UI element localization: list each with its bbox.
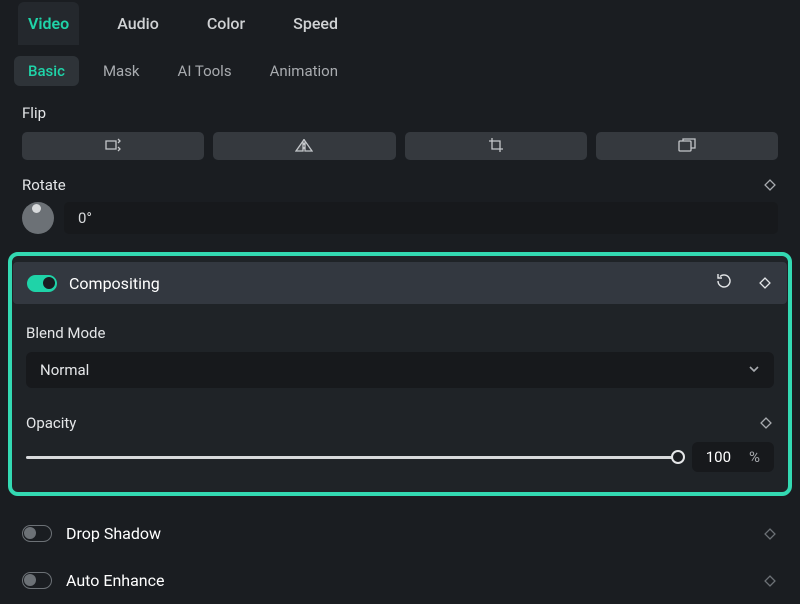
opacity-header: Opacity [26, 414, 774, 432]
bottom-rows: Drop Shadow Auto Enhance [0, 496, 800, 604]
opacity-slider-row: 100 % [26, 442, 774, 472]
subtab-ai-tools[interactable]: AI Tools [164, 56, 246, 86]
flip-button-row [22, 132, 778, 160]
compositing-label: Compositing [69, 274, 703, 293]
tab-speed[interactable]: Speed [283, 2, 348, 45]
opacity-value-box[interactable]: 100 % [692, 442, 774, 472]
opacity-keyframe-icon[interactable] [758, 415, 774, 431]
auto-enhance-toggle[interactable] [22, 572, 52, 589]
subtab-mask[interactable]: Mask [89, 56, 154, 86]
compositing-toggle[interactable] [27, 275, 57, 292]
rotate-controls: 0° [22, 202, 778, 234]
auto-enhance-keyframe-icon[interactable] [762, 573, 778, 589]
opacity-value: 100 [706, 448, 731, 466]
background-icon [678, 138, 696, 155]
subtab-basic[interactable]: Basic [14, 56, 79, 86]
rotate-header: Rotate [22, 176, 778, 194]
drop-shadow-row: Drop Shadow [22, 510, 778, 557]
rotate-value-input[interactable]: 0° [64, 202, 778, 234]
tab-audio[interactable]: Audio [107, 2, 169, 45]
blend-mode-section: Blend Mode Normal Opacity 100 % [12, 304, 788, 472]
opacity-slider[interactable] [26, 456, 678, 459]
subtab-animation[interactable]: Animation [256, 56, 352, 86]
rotate-keyframe-icon[interactable] [762, 177, 778, 193]
flip-horizontal-icon [105, 138, 121, 155]
opacity-unit: % [749, 448, 760, 466]
drop-shadow-keyframe-icon[interactable] [762, 526, 778, 542]
compositing-keyframe-icon[interactable] [757, 275, 773, 291]
tab-video[interactable]: Video [18, 2, 79, 45]
rotate-knob[interactable] [22, 202, 54, 234]
compositing-header-icons [715, 272, 773, 294]
auto-enhance-row: Auto Enhance [22, 557, 778, 604]
rotate-label: Rotate [22, 176, 66, 194]
flip-vertical-button[interactable] [213, 132, 395, 160]
flip-vertical-icon [295, 138, 313, 155]
drop-shadow-label: Drop Shadow [66, 524, 748, 543]
blend-mode-label: Blend Mode [26, 324, 774, 342]
reset-icon[interactable] [715, 272, 733, 294]
opacity-slider-thumb[interactable] [671, 450, 685, 464]
secondary-tabs: Basic Mask AI Tools Animation [0, 46, 800, 96]
crop-icon [488, 137, 504, 156]
opacity-label: Opacity [26, 414, 76, 432]
compositing-header: Compositing [13, 262, 787, 304]
crop-button[interactable] [405, 132, 587, 160]
blend-mode-dropdown[interactable]: Normal [26, 352, 774, 388]
background-button[interactable] [596, 132, 778, 160]
flip-section: Flip Rotate 0° [0, 96, 800, 234]
blend-mode-value: Normal [40, 361, 89, 379]
flip-horizontal-button[interactable] [22, 132, 204, 160]
compositing-panel: Compositing Blend Mode Normal Opacity [8, 252, 792, 496]
tab-color[interactable]: Color [197, 2, 255, 45]
primary-tabs: Video Audio Color Speed [0, 0, 800, 46]
chevron-down-icon [748, 361, 760, 379]
auto-enhance-label: Auto Enhance [66, 571, 748, 590]
flip-label: Flip [22, 104, 778, 122]
drop-shadow-toggle[interactable] [22, 525, 52, 542]
